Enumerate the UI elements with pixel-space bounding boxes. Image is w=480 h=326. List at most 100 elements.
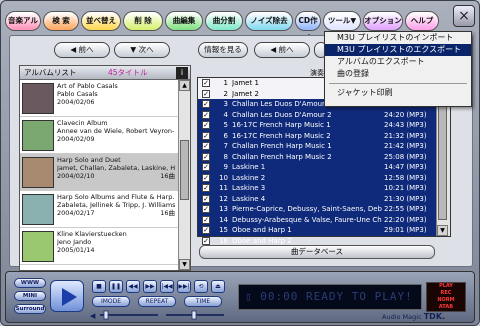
info-button[interactable]: 情報を見る [198,42,248,58]
track-row[interactable]: ✓ 15 Oboe and Harp 1 29:01 (MP3) [198,225,436,236]
toolbar-button-10[interactable]: ヘルプ [405,11,439,31]
track-checkbox[interactable]: ✓ [202,89,210,98]
album-line1: Kline Klavierstuecken [57,230,127,238]
toolbar-button-6[interactable]: ノイズ除去 [245,11,293,31]
track-row[interactable]: ✓ 7 Challan French Harp Music 1 21:42 (MP3) [198,141,436,152]
album-text: Art of Pablo Casals Pablo Casals 2004/02/0… [57,82,175,106]
indicator-atab: ATAB [438,304,454,310]
track-row[interactable]: ✓ 12 Laskine 4 21:30 (MP3) [198,194,436,205]
album-item[interactable]: Art of Pablo Casals Pablo Casals 2004/02/0… [20,80,190,117]
toolbar-button-5[interactable]: 曲分割 [205,11,243,31]
scrollbar-thumb[interactable] [438,90,447,220]
indicator-norm: NORM [437,297,455,303]
track-checkbox[interactable]: ✓ [202,184,210,192]
track-row[interactable]: ✓ 11 Laskine 3 10:21 (MP3) [198,183,436,194]
transport-button[interactable]: ⏏ [211,280,225,293]
track-checkbox[interactable]: ✓ [202,236,210,245]
toolbar-button-9[interactable]: オプション [363,11,403,31]
track-number: 6 [223,131,228,140]
album-line1: Clavecin Album [57,119,108,127]
transport-button[interactable]: ⟲ [194,280,208,293]
scroll-down-icon[interactable]: ▼ [179,259,190,270]
play-button[interactable] [50,280,84,312]
album-prev-button[interactable]: ◀ 前へ [54,42,110,58]
toolbar-button-8[interactable]: ツール▼ [323,11,361,31]
tool-menu-item[interactable]: M3U プレイリストのインポート [325,32,471,44]
track-duration: 22:55 (MP3) [384,205,427,213]
album-item[interactable]: Harp Solo and Duet Jamet, Challan, Zabale… [20,154,190,191]
album-item[interactable]: Clavecin Album Annee van de Wiele, Robert… [20,117,190,154]
track-title: 16-17C French Harp Music 1 [232,121,331,129]
scroll-up-icon[interactable]: ▲ [179,80,190,91]
track-row[interactable]: ✓ 9 Laskine 1 14:47 (MP3) [198,162,436,173]
track-checkbox[interactable]: ✓ [202,152,210,161]
track-checkbox[interactable]: ✓ [202,142,210,150]
album-line2: Jeno Jando [57,238,92,246]
transport-button[interactable]: ▶▶| [177,280,191,293]
time-button[interactable]: TIME [184,296,222,307]
track-checkbox[interactable]: ✓ [202,79,210,87]
track-checkbox[interactable]: ✓ [202,194,210,203]
track-row[interactable]: ✓ 4 Challan Les Duos D'Amour 2 24:20 (MP3) [198,110,436,121]
repeat-button[interactable]: REPEAT [138,296,176,307]
track-duration: 24:43 (MP3) [384,121,427,129]
transport-button[interactable]: ▶▶ [143,280,157,293]
track-row[interactable]: ✓ 8 Challan French Harp Music 2 25:08 (MP3) [198,152,436,163]
surround-button[interactable]: Surround [14,304,46,314]
album-line3: 2005/01/14 [57,246,95,254]
info-icon[interactable]: i [176,67,188,79]
track-checkbox[interactable]: ✓ [202,163,210,171]
track-checkbox[interactable]: ✓ [202,121,210,129]
scroll-down-icon[interactable]: ▼ [437,225,448,236]
album-item[interactable]: Kline Klavierstuecken Jeno Jando 2005/01/1… [20,228,190,265]
brand-logo: Audio Magic TDK. [382,312,446,321]
toolbar-button-4[interactable]: 曲編集 [165,11,203,31]
scrollbar-thumb[interactable] [180,140,189,200]
track-checkbox[interactable]: ✓ [202,226,210,234]
toolbar-button-3[interactable]: 削 除 [123,11,163,31]
track-prev-button[interactable]: ◀ 前へ [254,42,310,58]
track-number: 10 [219,173,228,182]
seek-thumb[interactable] [191,310,197,320]
track-number: 12 [219,194,228,203]
track-title: Laskine 2 [232,173,266,182]
track-row[interactable]: ✓ 13 Pierne-Caprice, Debussy, Saint-Saens,… [198,204,436,215]
track-row[interactable]: ✓ 14 Debussy-Arabesque & Valse, Faure-Une … [198,215,436,226]
toolbar-button-7[interactable]: CD作成 [295,11,321,43]
www-button[interactable]: WWW [14,278,46,288]
track-checkbox[interactable]: ✓ [202,205,210,213]
tool-menu-item[interactable]: ジャケット印刷 [325,87,471,99]
album-scrollbar[interactable]: ▲ ▼ [178,80,190,270]
tool-menu-item[interactable]: 曲の登録 [325,68,471,80]
toolbar-button-1[interactable]: 検 索 [43,11,79,31]
track-row[interactable]: ✓ 5 16-17C French Harp Music 1 24:43 (MP3) [198,120,436,131]
transport-button[interactable]: |◀◀ [160,280,174,293]
tool-menu-item[interactable]: M3U プレイリストのエクスポート [325,44,471,56]
tool-dropdown-menu: M3U プレイリストのインポート M3U プレイリストのエクスポート アルバムのエク… [324,31,472,107]
track-checkbox[interactable]: ✓ [202,110,210,119]
transport-button[interactable]: ❚❚ [109,280,123,293]
track-checkbox[interactable]: ✓ [202,100,210,108]
mode-button[interactable]: IMODE [92,296,130,307]
track-checkbox[interactable]: ✓ [202,131,210,140]
toolbar-button-2[interactable]: 並べ替え [81,11,121,31]
album-line3: 2004/02/06 [57,98,95,106]
lcd-display: ▯ 00:00 READY TO PLAY! [238,284,422,310]
track-duration: 24:20 (MP3) [384,110,427,119]
track-checkbox[interactable]: ✓ [202,173,210,182]
volume-slider[interactable]: ◀ [90,310,230,320]
close-button[interactable]: × [453,5,475,27]
album-next-button[interactable]: ▼ 次へ [114,42,170,58]
volume-thumb[interactable] [103,310,109,320]
transport-button[interactable]: ◀◀ [126,280,140,293]
song-database-button[interactable]: 曲データベース [199,245,435,259]
track-row[interactable]: ✓ 10 Laskine 2 12:58 (MP3) [198,173,436,184]
toolbar-button-0[interactable]: 音楽アルバム [5,11,41,43]
transport-button[interactable]: ■ [92,280,106,293]
album-text: Harp Solo Albums and Flute & Harp... Zaba… [57,193,175,217]
tool-menu-item[interactable]: アルバムのエクスポート [325,56,471,68]
mini-button[interactable]: MINI [14,291,46,301]
album-item[interactable]: Harp Solo Albums and Flute & Harp... Zaba… [20,191,190,228]
track-checkbox[interactable]: ✓ [202,215,210,224]
track-row[interactable]: ✓ 6 16-17C French Harp Music 2 21:32 (MP3) [198,131,436,142]
